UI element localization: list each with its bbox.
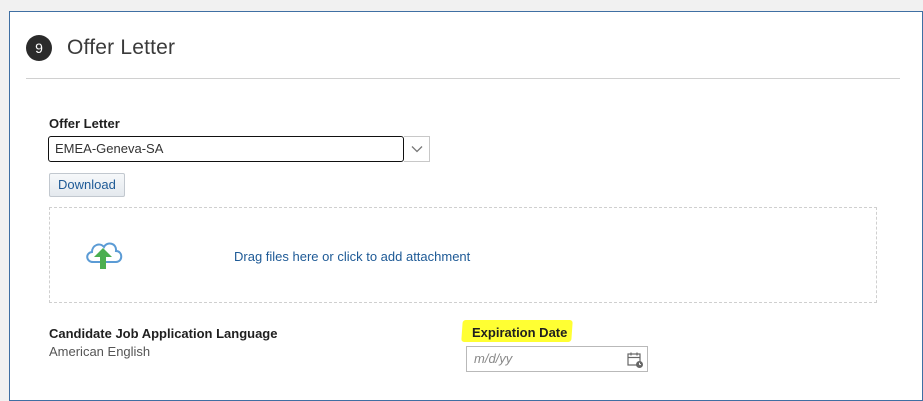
attachment-dropzone[interactable]: Drag files here or click to add attachme… [49, 207, 877, 303]
section-header: 9 Offer Letter [26, 34, 175, 62]
candidate-language-label: Candidate Job Application Language [49, 326, 278, 341]
expiration-date-label: Expiration Date [472, 325, 568, 340]
offer-letter-select-value[interactable]: EMEA-Geneva-SA [48, 136, 404, 162]
step-number-badge: 9 [26, 35, 52, 61]
section-title: Offer Letter [67, 36, 176, 59]
chevron-down-icon [411, 146, 422, 153]
cloud-upload-icon [86, 242, 123, 269]
expiration-date-input[interactable]: m/d/yy [474, 347, 512, 371]
offer-letter-panel: 9 Offer Letter Offer Letter EMEA-Geneva-… [9, 11, 923, 401]
candidate-language-value: American English [49, 344, 151, 359]
section-divider [26, 78, 900, 79]
offer-letter-label: Offer Letter [49, 116, 120, 131]
download-button[interactable]: Download [49, 173, 125, 197]
offer-letter-select[interactable]: EMEA-Geneva-SA [48, 136, 431, 162]
expiration-date-field[interactable]: m/d/yy [466, 346, 648, 372]
dropdown-toggle-button[interactable] [404, 136, 430, 162]
calendar-icon[interactable] [625, 350, 645, 370]
attachment-prompt-link[interactable]: Drag files here or click to add attachme… [234, 249, 470, 264]
